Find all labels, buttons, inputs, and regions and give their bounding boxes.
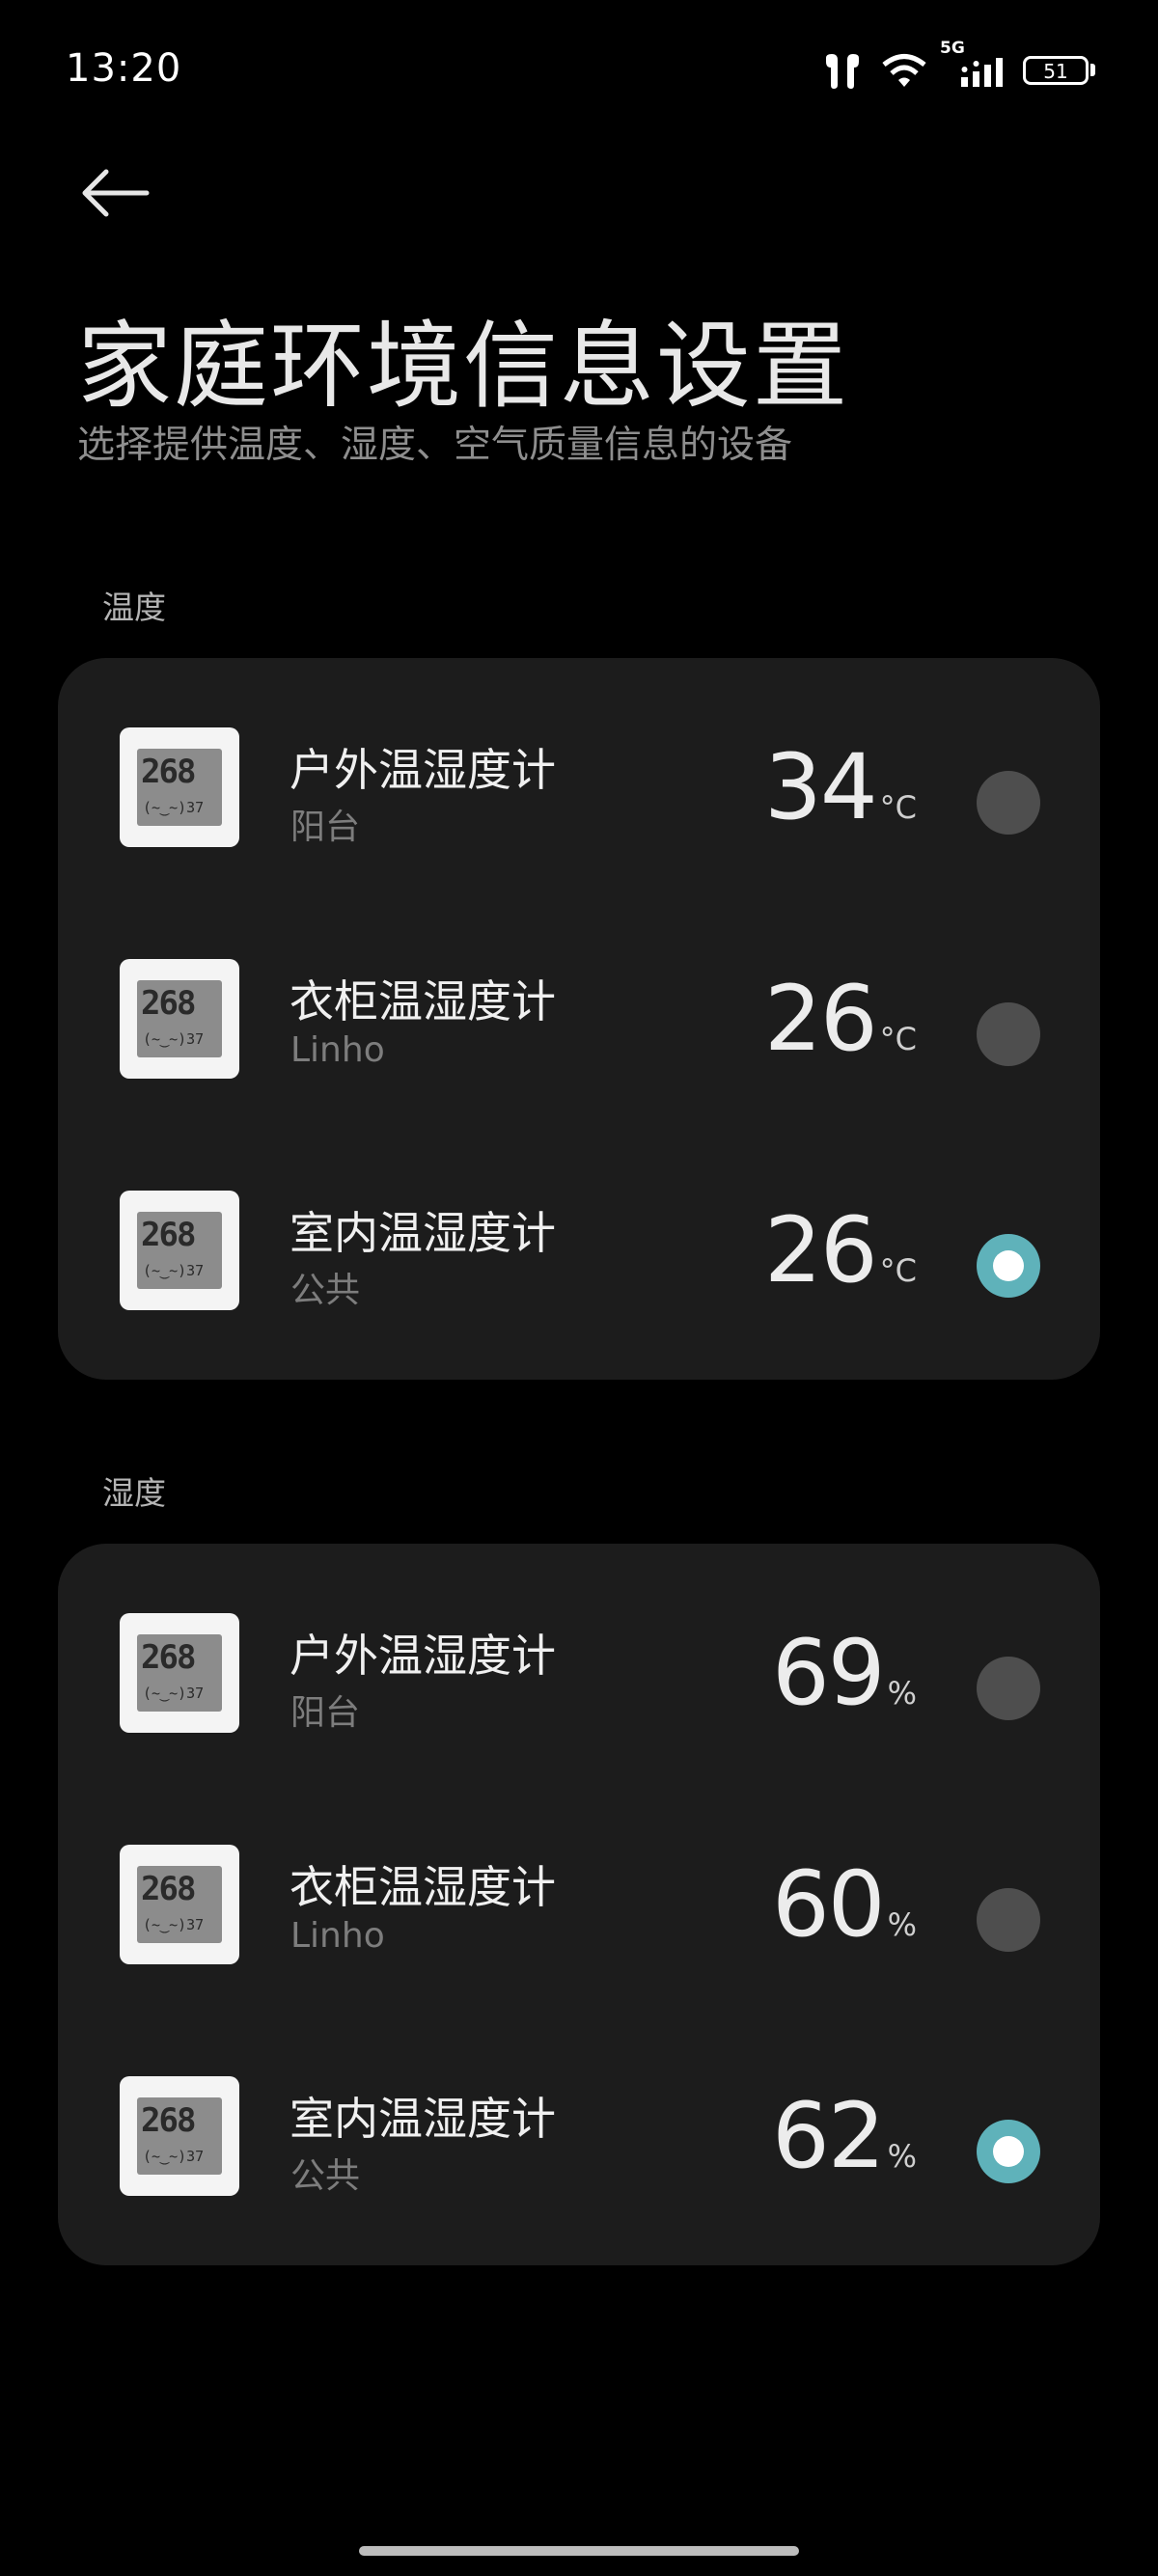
device-reading: 26 °C bbox=[764, 1198, 917, 1304]
page-title: 家庭环境信息设置 bbox=[77, 312, 850, 422]
reading-unit: % bbox=[887, 1675, 917, 1712]
device-name: 户外温湿度计 bbox=[290, 744, 556, 796]
device-row[interactable]: 268 (~‿~)37 户外温湿度计阳台 69% bbox=[58, 1544, 1100, 1775]
device-lcd-reading: 268 bbox=[141, 984, 196, 1023]
reading-unit: °C bbox=[879, 789, 917, 826]
status-icons: 5G 51 bbox=[820, 39, 1110, 95]
reading-value: 26 bbox=[764, 967, 878, 1072]
status-time: 13:20 bbox=[66, 46, 182, 91]
home-indicator[interactable] bbox=[359, 2546, 799, 2556]
arrow-left-icon bbox=[82, 169, 150, 217]
device-reading: 26 °C bbox=[764, 967, 917, 1073]
device-name: 衣柜温湿度计 bbox=[290, 975, 556, 1028]
device-room: Linho bbox=[290, 1030, 385, 1070]
device-lcd-screen: 268 (~‿~)37 bbox=[137, 2097, 222, 2175]
thermometer-device-icon: 268 (~‿~)37 bbox=[120, 1845, 239, 1964]
device-lcd-reading: 268 bbox=[141, 1638, 196, 1677]
humidity-device-list: 268 (~‿~)37 户外温湿度计阳台 69% 268 (~‿~)37 衣柜温湿度计 Lin… bbox=[58, 1544, 1100, 2265]
device-lcd-face: (~‿~)37 bbox=[143, 1916, 205, 1933]
radio-button[interactable] bbox=[977, 1002, 1040, 1066]
reading-unit: % bbox=[887, 2138, 917, 2175]
status-bar: 13:20 5G 51 bbox=[0, 0, 1158, 145]
device-room: 公共 bbox=[290, 2156, 361, 2196]
device-reading: 69% bbox=[772, 1621, 917, 1727]
radio-button-selected[interactable] bbox=[977, 2120, 1040, 2183]
device-room: 阳台 bbox=[290, 1693, 361, 1733]
device-name: 户外温湿度计 bbox=[290, 1630, 556, 1682]
reading-unit: °C bbox=[879, 1021, 917, 1057]
device-row[interactable]: 268 (~‿~)37 室内温湿度计公共 62% bbox=[58, 2007, 1100, 2238]
device-name: 衣柜温湿度计 bbox=[290, 1861, 556, 1913]
device-lcd-reading: 268 bbox=[141, 753, 196, 791]
radio-button[interactable] bbox=[977, 1888, 1040, 1952]
reading-unit: % bbox=[887, 1906, 917, 1943]
device-row[interactable]: 268 (~‿~)37 衣柜温湿度计 Linho 26 °C bbox=[58, 890, 1100, 1121]
battery-icon: 51 bbox=[1023, 56, 1089, 85]
reading-unit: °C bbox=[879, 1252, 917, 1289]
back-button[interactable] bbox=[77, 164, 154, 222]
thermometer-device-icon: 268 (~‿~)37 bbox=[120, 1613, 239, 1733]
device-reading: 62% bbox=[772, 2084, 917, 2190]
thermometer-device-icon: 268 (~‿~)37 bbox=[120, 727, 239, 847]
reading-value: 69 bbox=[771, 1621, 886, 1726]
signal-icon bbox=[961, 58, 1003, 87]
device-row[interactable]: 268 (~‿~)37 衣柜温湿度计 Linho 60% bbox=[58, 1775, 1100, 2007]
device-lcd-screen: 268 (~‿~)37 bbox=[137, 1634, 222, 1712]
radio-button[interactable] bbox=[977, 1657, 1040, 1720]
device-row[interactable]: 268 (~‿~)37 室内温湿度计公共 26 °C bbox=[58, 1121, 1100, 1353]
device-reading: 60% bbox=[772, 1852, 917, 1959]
device-lcd-screen: 268 (~‿~)37 bbox=[137, 980, 222, 1057]
device-lcd-reading: 268 bbox=[141, 1870, 196, 1908]
device-lcd-face: (~‿~)37 bbox=[143, 1685, 205, 1702]
device-lcd-reading: 268 bbox=[141, 2101, 196, 2140]
reading-value: 60 bbox=[771, 1852, 886, 1958]
device-room: Linho bbox=[290, 1916, 385, 1956]
wifi-icon bbox=[882, 54, 926, 87]
temperature-device-list: 268 (~‿~)37 户外温湿度计 阳台 34 °C 268 (~‿~)37 衣柜温湿度计 Li… bbox=[58, 658, 1100, 1380]
thermometer-device-icon: 268 (~‿~)37 bbox=[120, 959, 239, 1079]
radio-button-selected[interactable] bbox=[977, 1234, 1040, 1298]
reading-value: 26 bbox=[764, 1198, 878, 1303]
device-name: 室内温湿度计 bbox=[290, 2093, 556, 2145]
section-label-humidity: 湿度 bbox=[102, 1474, 166, 1512]
thermometer-device-icon: 268 (~‿~)37 bbox=[120, 2076, 239, 2196]
battery-nub bbox=[1090, 64, 1095, 76]
section-label-temperature: 温度 bbox=[102, 589, 166, 626]
device-lcd-screen: 268 (~‿~)37 bbox=[137, 1866, 222, 1943]
thermometer-device-icon: 268 (~‿~)37 bbox=[120, 1191, 239, 1310]
device-lcd-face: (~‿~)37 bbox=[143, 2148, 205, 2165]
page-subtitle: 选择提供温度、湿度、空气质量信息的设备 bbox=[77, 424, 793, 467]
device-lcd-reading: 268 bbox=[141, 1216, 196, 1254]
radio-button[interactable] bbox=[977, 771, 1040, 835]
device-lcd-screen: 268 (~‿~)37 bbox=[137, 749, 222, 826]
reading-value: 34 bbox=[764, 735, 878, 840]
battery-level: 51 bbox=[1043, 60, 1068, 83]
device-lcd-face: (~‿~)37 bbox=[143, 1262, 205, 1279]
device-room: 阳台 bbox=[290, 808, 361, 847]
network-type-label: 5G bbox=[940, 39, 965, 58]
device-room: 公共 bbox=[290, 1271, 361, 1310]
device-reading: 34 °C bbox=[764, 735, 917, 841]
reading-value: 62 bbox=[771, 2084, 886, 2189]
device-name: 室内温湿度计 bbox=[290, 1207, 556, 1259]
device-lcd-screen: 268 (~‿~)37 bbox=[137, 1212, 222, 1289]
device-lcd-face: (~‿~)37 bbox=[143, 799, 205, 816]
device-row[interactable]: 268 (~‿~)37 户外温湿度计阳台 34 °C bbox=[58, 658, 1100, 890]
earbuds-icon bbox=[826, 54, 859, 89]
device-lcd-face: (~‿~)37 bbox=[143, 1030, 205, 1048]
